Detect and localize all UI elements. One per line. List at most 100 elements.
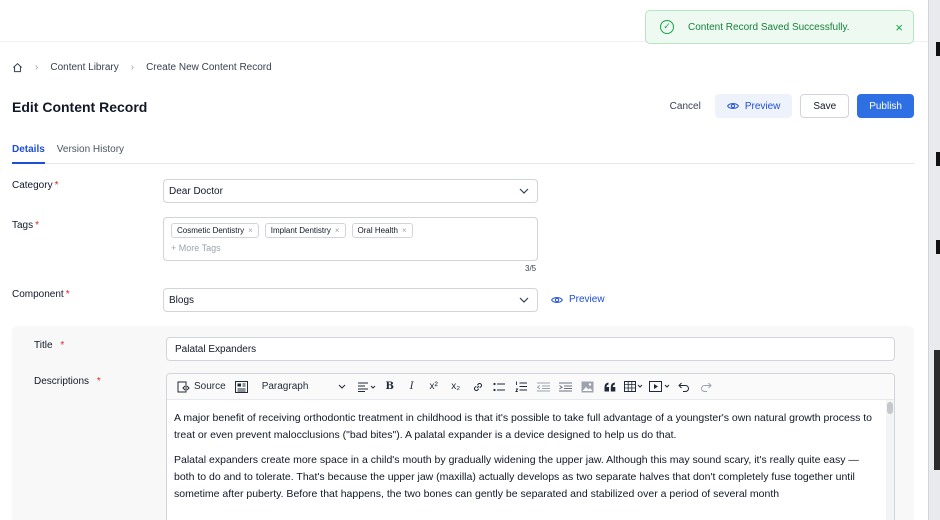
blockquote-button[interactable] [600,377,620,397]
chevron-down-icon [338,384,346,389]
close-icon[interactable]: × [895,20,903,35]
tab-bar: Details Version History [12,136,914,164]
source-button[interactable]: Source [173,377,230,397]
component-select[interactable]: Blogs [163,288,538,312]
bulleted-list-icon [493,382,506,391]
tag-chip-label: Cosmetic Dentistry [177,226,245,235]
numbered-list-icon [515,381,528,392]
numbered-list-button[interactable] [512,377,532,397]
tab-details[interactable]: Details [12,136,45,164]
bulleted-list-button[interactable] [490,377,510,397]
remove-tag-icon[interactable]: × [335,226,340,235]
outdent-button[interactable] [534,377,554,397]
paragraph-format-dropdown[interactable]: Paragraph [258,377,350,397]
remove-tag-icon[interactable]: × [402,226,407,235]
title-label: Title * [34,340,64,351]
more-tags-input[interactable]: + More Tags [171,243,530,253]
indent-button[interactable] [556,377,576,397]
undo-button[interactable] [674,377,694,397]
align-dropdown[interactable] [356,377,378,397]
link-button[interactable] [468,377,488,397]
category-label-text: Category [12,180,53,191]
chevron-down-icon [519,188,529,194]
media-embed-dropdown[interactable] [647,377,672,397]
category-value: Dear Doctor [169,185,223,197]
breadcrumb-separator: › [130,62,135,73]
source-label: Source [194,381,226,392]
component-preview-label: Preview [569,294,605,305]
tags-input[interactable]: Cosmetic Dentistry × Implant Dentistry ×… [163,217,538,261]
success-toast: ✓ Content Record Saved Successfully. × [645,10,914,44]
indent-icon [559,382,573,391]
tag-chip-label: Oral Health [357,226,398,235]
category-select[interactable]: Dear Doctor [163,179,538,203]
tag-chip-label: Implant Dentistry [270,226,331,235]
window-edge [928,0,940,520]
editor-toolbar: Source Paragraph B I x² x₂ [167,374,894,400]
descriptions-label: Descriptions * [34,376,101,387]
table-dropdown[interactable] [622,377,645,397]
component-fields-panel: Title * Palatal Expanders Descriptions *… [12,326,914,520]
tags-counter: 3/5 [525,264,537,273]
align-left-icon [357,382,376,392]
content-paragraph: Palatal expanders create more space in a… [174,454,859,500]
edge-mark [936,152,940,166]
title-label-text: Title [34,340,53,351]
subscript-button[interactable]: x₂ [446,377,466,397]
outdent-icon [537,382,551,391]
breadcrumb: › Content Library › Create New Content R… [12,62,272,73]
publish-button[interactable]: Publish [857,94,914,118]
required-marker: * [96,376,101,387]
required-marker: * [65,289,70,300]
template-button[interactable] [232,377,252,397]
undo-icon [677,382,689,392]
redo-icon [700,382,712,392]
rich-text-editor[interactable]: Source Paragraph B I x² x₂ A major benef… [166,373,895,520]
image-button[interactable] [578,377,598,397]
edge-mark [936,42,940,56]
editor-content[interactable]: A major benefit of receiving orthodontic… [167,400,894,503]
template-icon [235,380,249,393]
image-icon [581,381,594,392]
preview-button[interactable]: Preview [714,94,793,118]
breadcrumb-separator: › [35,62,39,73]
page-title: Edit Content Record [12,99,148,115]
component-label: Component * [12,289,70,300]
preview-button-label: Preview [744,100,781,112]
tags-label-text: Tags [12,220,34,231]
required-marker: * [54,180,59,191]
category-label: Category * [12,180,58,191]
editor-scrollbar[interactable] [886,400,894,520]
quote-icon [604,382,615,391]
eye-icon [726,103,739,109]
tag-chip: Implant Dentistry × [264,223,346,238]
save-button[interactable]: Save [800,94,850,118]
paragraph-format-value: Paragraph [261,381,309,392]
italic-button[interactable]: I [402,377,422,397]
media-embed-icon [648,381,670,392]
cancel-button[interactable]: Cancel [664,94,707,118]
title-input[interactable]: Palatal Expanders [166,337,895,361]
breadcrumb-content-library[interactable]: Content Library [50,62,118,73]
toast-message: Content Record Saved Successfully. [688,21,850,33]
action-bar: Cancel Preview Save Publish [664,94,914,118]
edge-image [934,350,940,470]
chevron-down-icon [519,297,529,303]
component-label-text: Component [12,289,64,300]
scrollbar-thumb[interactable] [887,402,893,414]
redo-button[interactable] [696,377,716,397]
tab-version-history[interactable]: Version History [57,136,124,164]
breadcrumb-current: Create New Content Record [146,62,272,73]
required-marker: * [60,340,65,351]
superscript-button[interactable]: x² [424,377,444,397]
home-icon[interactable] [12,62,23,73]
eye-icon [551,296,563,303]
component-preview-link[interactable]: Preview [551,294,605,305]
bold-button[interactable]: B [380,377,400,397]
tag-chip: Cosmetic Dentistry × [171,223,259,238]
tag-chip: Oral Health × [351,223,413,238]
component-value: Blogs [169,294,195,306]
content-paragraph: A major benefit of receiving orthodontic… [174,412,872,441]
remove-tag-icon[interactable]: × [248,226,253,235]
table-icon [623,381,643,392]
